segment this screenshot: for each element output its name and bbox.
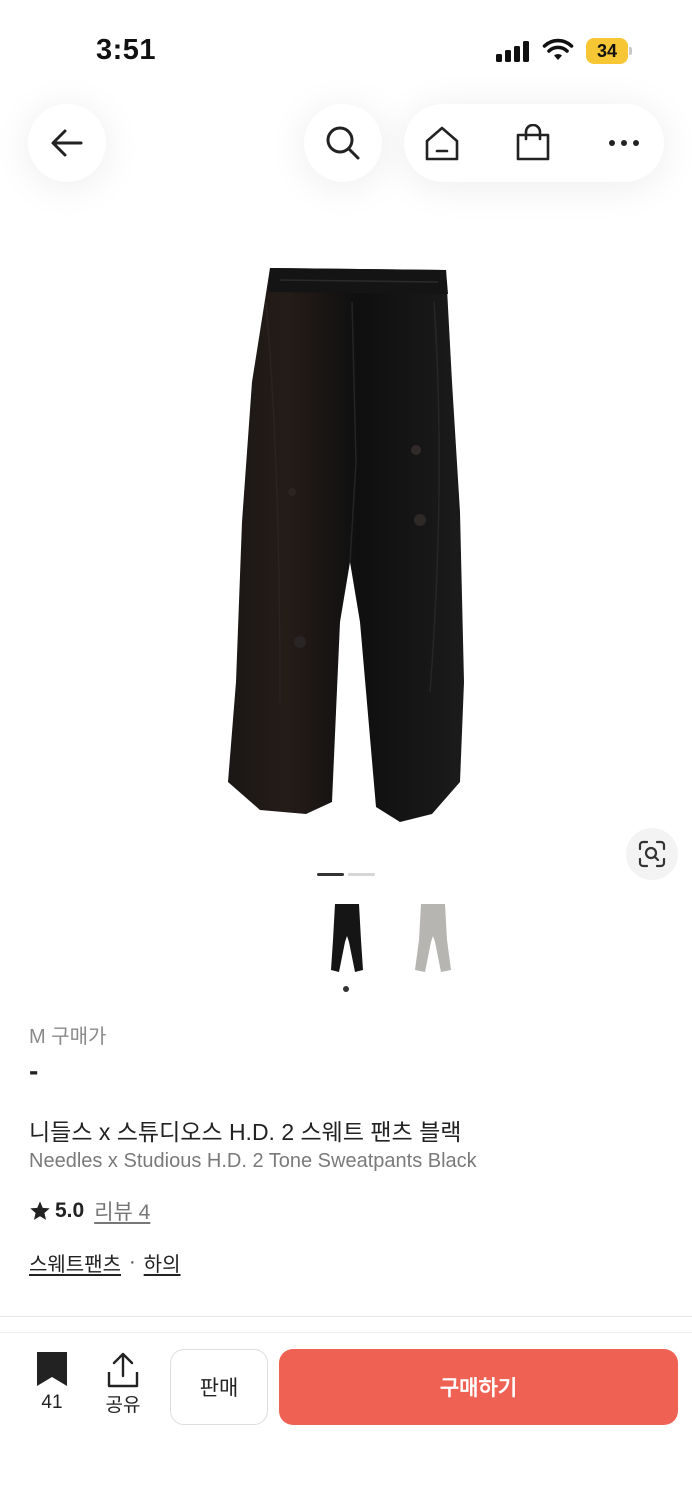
thumbnail-selected-dot bbox=[343, 986, 349, 992]
rating-row: 5.0 리뷰 4 bbox=[29, 1196, 150, 1226]
thumbnail-black[interactable] bbox=[327, 900, 367, 976]
share-label: 공유 bbox=[105, 1395, 141, 1416]
image-search-button[interactable] bbox=[626, 828, 678, 880]
review-link[interactable]: 리뷰 4 bbox=[94, 1196, 150, 1226]
category-breadcrumb: 스웨트팬츠 · 하의 bbox=[29, 1248, 180, 1277]
star-icon bbox=[30, 1201, 50, 1220]
nav-action-group bbox=[404, 104, 664, 182]
rating-value: 5.0 bbox=[55, 1199, 85, 1222]
search-icon bbox=[326, 126, 360, 160]
arrow-left-icon bbox=[51, 129, 83, 157]
status-bar: 3:51 34 bbox=[0, 0, 692, 90]
home-icon bbox=[425, 126, 459, 161]
category-link-bottoms[interactable]: 하의 bbox=[144, 1248, 181, 1277]
product-title-korean: 니들스 x 스튜디오스 H.D. 2 스웨트 팬츠 블랙 bbox=[29, 1119, 462, 1145]
thumbnail-gray[interactable] bbox=[413, 900, 453, 976]
price-value: - bbox=[29, 1055, 39, 1086]
bookmark-count: 41 bbox=[41, 1392, 63, 1413]
buy-button[interactable]: 구매하기 bbox=[279, 1349, 678, 1425]
status-time: 3:51 bbox=[96, 34, 157, 66]
bookmark-icon bbox=[37, 1352, 67, 1386]
bookmark-button[interactable]: 41 bbox=[30, 1352, 74, 1422]
image-search-icon bbox=[638, 840, 666, 868]
category-separator: · bbox=[129, 1251, 136, 1273]
shopping-bag-icon bbox=[516, 124, 550, 161]
product-title-english: Needles x Studious H.D. 2 Tone Sweatpant… bbox=[29, 1150, 477, 1172]
battery-icon: 34 bbox=[586, 38, 632, 64]
gallery-indicator-active bbox=[317, 873, 344, 876]
gallery-indicator bbox=[348, 873, 375, 876]
price-label: M 구매가 bbox=[29, 1026, 107, 1048]
cellular-signal-icon bbox=[496, 40, 532, 62]
home-button[interactable] bbox=[422, 123, 462, 163]
more-button[interactable] bbox=[604, 123, 644, 163]
product-image[interactable] bbox=[220, 262, 470, 828]
back-button[interactable] bbox=[28, 104, 106, 182]
category-link-sweatpants[interactable]: 스웨트팬츠 bbox=[29, 1248, 121, 1277]
share-icon bbox=[107, 1352, 139, 1388]
section-divider bbox=[0, 1316, 692, 1317]
cart-button[interactable] bbox=[513, 123, 553, 163]
search-button[interactable] bbox=[304, 104, 382, 182]
sell-button[interactable]: 판매 bbox=[170, 1349, 268, 1425]
share-button[interactable]: 공유 bbox=[100, 1352, 146, 1422]
battery-level: 34 bbox=[586, 38, 628, 64]
more-horizontal-icon bbox=[609, 140, 639, 146]
wifi-icon bbox=[542, 38, 574, 60]
